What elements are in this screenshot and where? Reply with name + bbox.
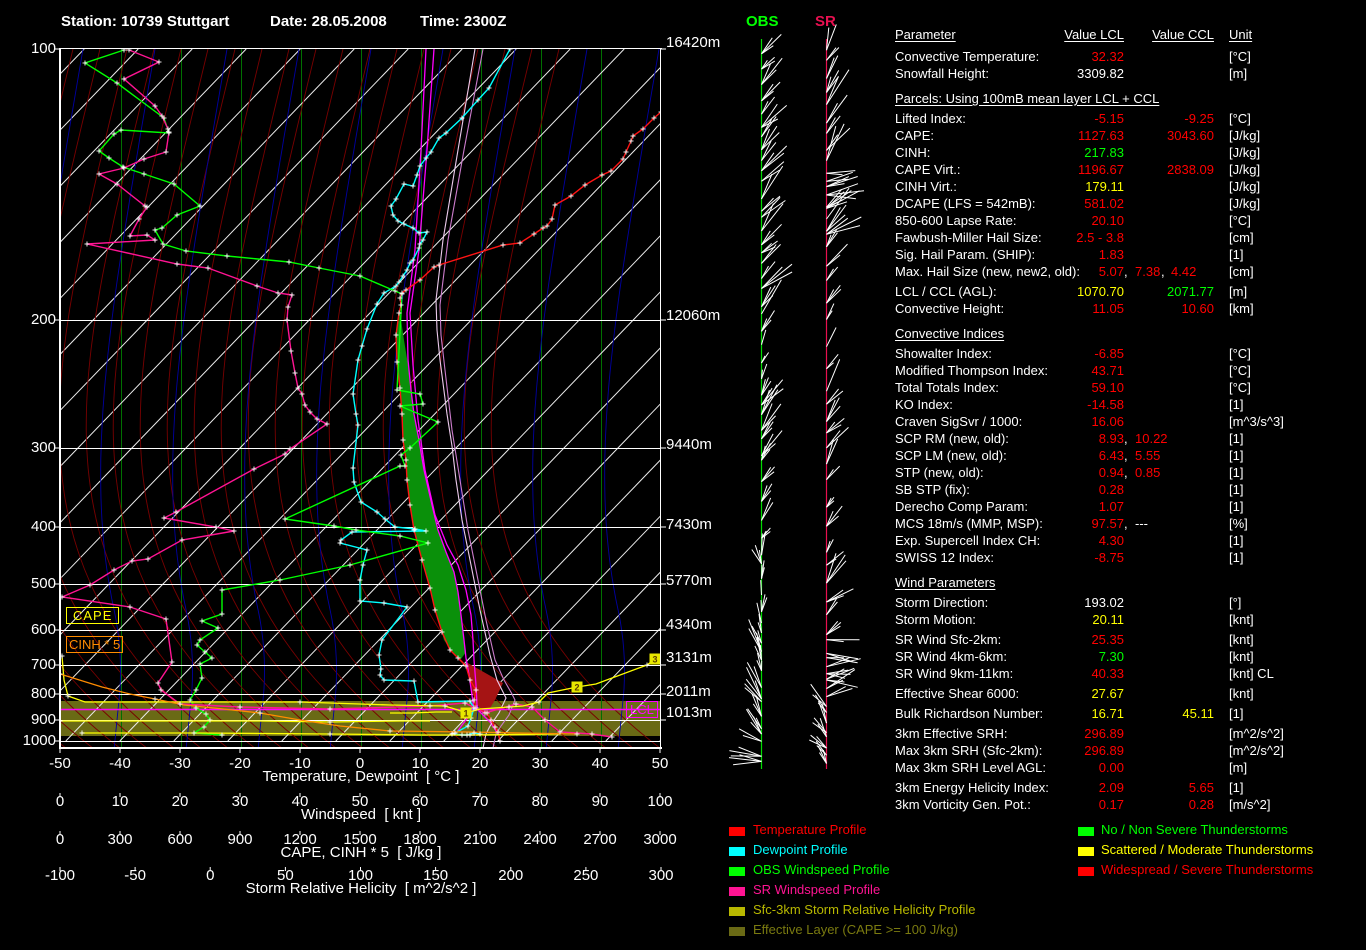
svg-text:3: 3 xyxy=(652,655,657,665)
svg-text:1: 1 xyxy=(463,709,468,719)
svg-text:2: 2 xyxy=(574,683,579,693)
